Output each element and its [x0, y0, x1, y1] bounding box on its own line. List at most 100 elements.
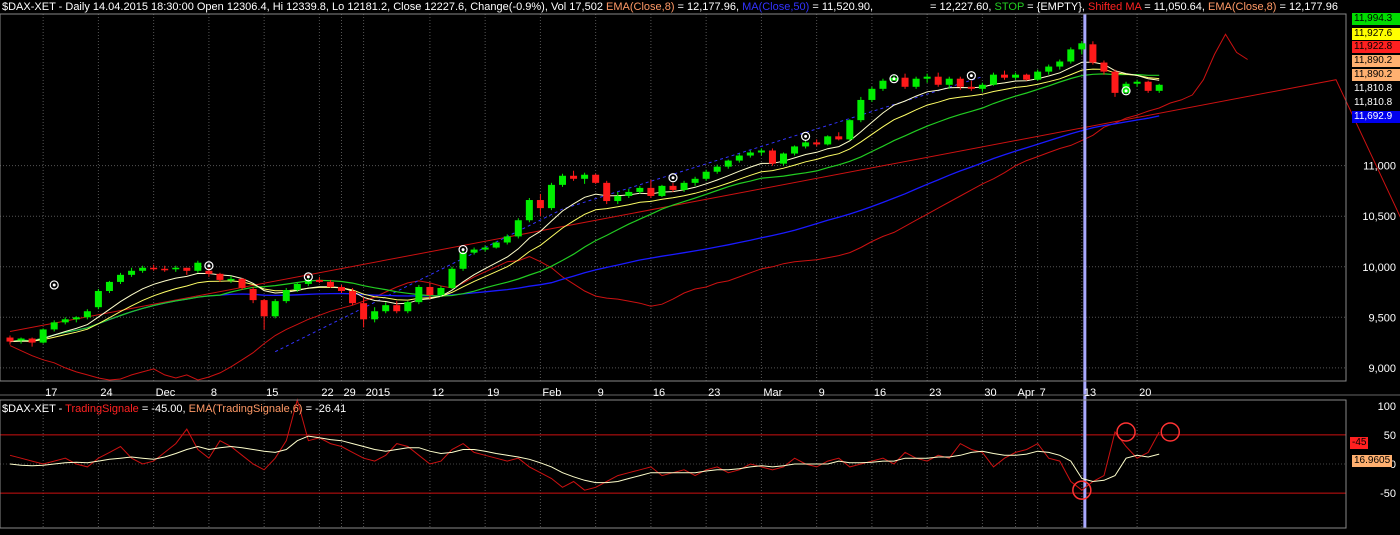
candle-body — [150, 267, 158, 270]
ema2-value: = 12,177.96 — [1276, 1, 1338, 13]
candle-body — [912, 78, 920, 87]
x-tick-label: Feb — [542, 387, 561, 399]
candle-body — [658, 185, 666, 196]
candle-body — [470, 249, 478, 253]
lower-y-tick-label: 50 — [1384, 430, 1396, 442]
candle-body — [503, 236, 511, 243]
candle-body — [989, 74, 997, 85]
candle-body — [780, 153, 787, 164]
candle-body — [791, 146, 799, 154]
symbol-label: $DAX-XET — [2, 1, 56, 13]
shifted-ma-value: = 11,050.64, — [1141, 1, 1205, 13]
lower-header: $DAX-XET - TradingSignale = -45.00, EMA(… — [2, 403, 346, 415]
x-tick-label: 15 — [266, 387, 278, 399]
candle-body — [315, 279, 323, 282]
candle-body — [824, 136, 832, 145]
candle-body — [128, 270, 136, 275]
upper-header: $DAX-XET - Daily 14.04.2015 18:30:00 Ope… — [2, 1, 873, 13]
stop-marker-dot — [671, 176, 675, 180]
price-label-box: 11,810.8 — [1354, 97, 1393, 108]
price-label-box: 11,692.9 — [1352, 111, 1400, 123]
stop-marker-dot — [306, 275, 310, 279]
signal-circle — [1160, 422, 1180, 442]
y-tick-label: 9,000 — [1368, 363, 1396, 375]
price-chart-canvas[interactable]: 9,000 9,500 10,000 10,500 11,000 17 24 Dec 8 15 22… — [0, 0, 1400, 535]
price-label-box: 11,922.8 — [1352, 41, 1400, 53]
candle-body — [647, 187, 655, 196]
x-tick-label: Mar — [763, 387, 782, 399]
candle-body — [813, 142, 821, 145]
candle-body — [382, 305, 390, 312]
signal-ema-value: = -26.41 — [302, 403, 347, 415]
chart-grid — [0, 14, 1346, 528]
x-tick-label: 16 — [874, 387, 886, 399]
candle-body — [39, 329, 47, 343]
candle-body — [459, 252, 467, 269]
y-tick-label: 9,500 — [1368, 312, 1396, 324]
x-tick-label: 24 — [100, 387, 112, 399]
candle-body — [238, 278, 246, 288]
candle-body — [735, 155, 743, 161]
candle-body — [426, 286, 434, 296]
trend-line-upper — [9, 79, 1400, 332]
ema-value: = 12,177.96, — [674, 1, 740, 13]
candle-body — [72, 317, 80, 320]
candle-body — [349, 291, 357, 304]
candle-body — [525, 200, 533, 221]
candle-body — [768, 150, 776, 164]
candle-body — [360, 303, 368, 320]
candle-body — [802, 142, 810, 147]
x-tick-label: 16 — [653, 387, 665, 399]
candle-body — [592, 174, 600, 183]
candle-body — [1155, 84, 1163, 91]
ma-value: = 11,520.90, — [809, 1, 874, 13]
x-tick-label: 2015 — [366, 387, 390, 399]
price-label-box: 11,890.2 — [1352, 55, 1400, 67]
candle-body — [536, 200, 544, 209]
candle-body — [139, 267, 147, 271]
close-value: = 12,227.60, — [930, 1, 992, 13]
candle-body — [448, 268, 456, 288]
candle-body — [404, 302, 412, 312]
stop-marker-dot — [461, 248, 465, 252]
ma-label: MA(Close,50) — [742, 1, 810, 13]
candle-body — [581, 174, 589, 179]
upper-header-right: = 12,227.60, STOP = {EMPTY}, Shifted MA … — [930, 1, 1338, 13]
candle-body — [105, 281, 113, 292]
candle-body — [481, 247, 489, 250]
candle-body — [978, 84, 986, 89]
candle-body — [393, 305, 401, 312]
candle-body — [216, 273, 224, 280]
candle-body — [17, 338, 25, 341]
candle-body — [1067, 49, 1075, 62]
candle-body — [338, 286, 345, 292]
candle-body — [227, 278, 235, 281]
candle-body — [901, 77, 909, 87]
candle-body — [117, 274, 124, 282]
candle-body — [614, 195, 622, 202]
candle-body — [879, 80, 887, 89]
x-tick-label: 20 — [1139, 387, 1151, 399]
candle-body — [94, 291, 102, 308]
stop-marker-dot — [52, 283, 56, 287]
candle-body — [956, 78, 964, 87]
candle-body — [603, 182, 611, 202]
stop-label: STOP — [994, 1, 1025, 13]
candle-body — [757, 150, 765, 153]
candle-body — [923, 76, 931, 79]
candle-body — [183, 267, 191, 271]
y-tick-label: 10,500 — [1362, 211, 1396, 223]
candle-body — [702, 171, 710, 179]
candle-body — [1089, 44, 1097, 63]
candle-body — [680, 182, 688, 190]
candle-body — [1144, 81, 1152, 91]
stop-marker-dot — [892, 77, 896, 81]
signal-label-box: 16.9605 — [1352, 455, 1393, 467]
x-tick-label: 19 — [487, 387, 499, 399]
candle-body — [547, 184, 555, 209]
candle-body — [514, 220, 522, 237]
stop-marker-dot — [207, 264, 211, 268]
price-label-box: 11,927.6 — [1352, 28, 1400, 40]
candle-body — [636, 187, 644, 192]
x-tick-label: 29 — [344, 387, 356, 399]
